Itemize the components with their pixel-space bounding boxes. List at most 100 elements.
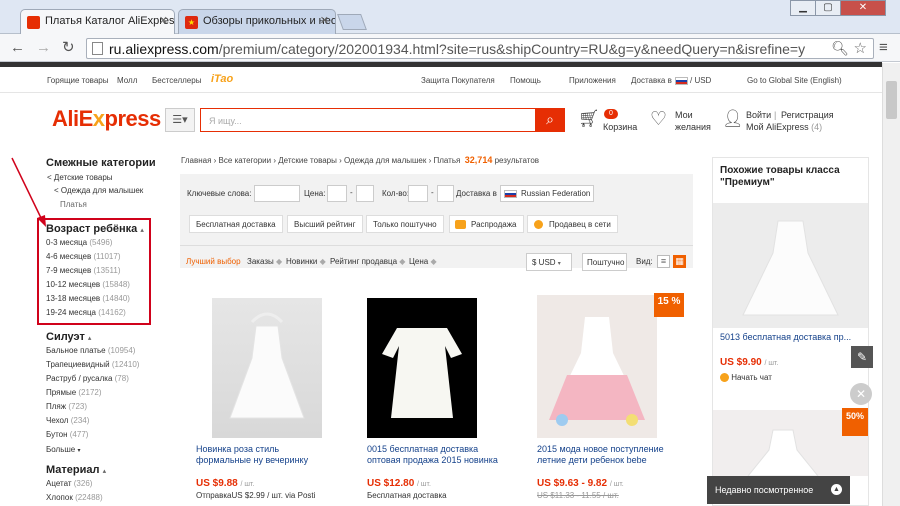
sort-price[interactable]: Цена ◆: [409, 257, 437, 266]
chevron-up-icon[interactable]: ▲: [831, 484, 842, 495]
close-window-button[interactable]: ✕: [840, 0, 886, 16]
divider: [180, 245, 693, 246]
apps-link[interactable]: Приложения: [569, 76, 616, 85]
heart-icon[interactable]: ♡: [650, 108, 667, 131]
related-cat-kids[interactable]: < Детские товары: [47, 173, 113, 182]
age-filter-5[interactable]: 19-24 месяца (14162): [46, 308, 126, 317]
product-image[interactable]: [537, 295, 657, 438]
qty-min-input[interactable]: [408, 185, 428, 202]
scrollbar-thumb[interactable]: [886, 81, 897, 119]
top-rated-toggle[interactable]: Высший рейтинг: [287, 215, 363, 233]
silhouette-filter-4[interactable]: Пляж (723): [46, 402, 87, 411]
register-link[interactable]: Регистрация: [781, 110, 834, 120]
recently-viewed-bar[interactable]: Недавно посмотренное ▲: [707, 476, 850, 504]
tab-obzory[interactable]: ★ Обзоры прикольных и необ ✕: [178, 9, 336, 34]
silhouette-filter-2[interactable]: Раструб / русалка (78): [46, 374, 129, 383]
sort-seller-rating[interactable]: Рейтинг продавца ◆: [330, 257, 405, 266]
age-filter-4[interactable]: 13-18 месяцев (14840): [46, 294, 130, 303]
mall-link[interactable]: Молл: [117, 76, 137, 85]
material-filter-title[interactable]: Материал ▴: [46, 464, 106, 476]
age-filter-0[interactable]: 0-3 месяца (5496): [46, 238, 112, 247]
cart-icon[interactable]: 🛒︎: [578, 109, 600, 129]
age-filter-1[interactable]: 4-6 месяцев (11017): [46, 252, 120, 261]
address-bar[interactable]: ru.aliexpress.com/premium/category/20200…: [86, 38, 874, 59]
free-shipping-toggle[interactable]: Бесплатная доставка: [189, 215, 283, 233]
age-filter-title[interactable]: Возраст ребёнка ▴: [46, 223, 144, 235]
reload-icon[interactable]: ↻: [62, 39, 75, 57]
forward-icon[interactable]: →: [36, 39, 51, 57]
back-icon[interactable]: ←: [10, 39, 25, 57]
menu-icon[interactable]: ≡: [879, 39, 888, 57]
product-title[interactable]: 0015 бесплатная доставка оптовая продажа…: [367, 444, 507, 466]
page-scrollbar[interactable]: [882, 63, 900, 506]
product-image[interactable]: [212, 298, 322, 438]
silhouette-filter-5[interactable]: Чехол (234): [46, 416, 89, 425]
ship-to-label: Доставка в: [456, 189, 497, 198]
buyer-protection-link[interactable]: Защита Покупателя: [421, 76, 495, 85]
similar-product-image[interactable]: [713, 203, 868, 328]
currency-link[interactable]: / USD: [690, 76, 711, 85]
ship-to-link[interactable]: Доставка в: [631, 76, 672, 85]
category-menu-button[interactable]: ☰▾: [165, 108, 195, 132]
related-cat-dresses[interactable]: Платья: [60, 200, 87, 209]
single-unit-toggle[interactable]: Только поштучно: [366, 215, 444, 233]
product-title[interactable]: Новинка роза стиль формальные ну вечерин…: [196, 444, 336, 466]
product-title[interactable]: 2015 мода новое поступление летние дети …: [537, 444, 677, 466]
related-cat-baby-girls[interactable]: < Одежда для малышек: [54, 186, 143, 195]
unit-select[interactable]: Поштучно: [582, 253, 627, 271]
my-aliexpress-link[interactable]: Мой AliExpress (4): [746, 122, 822, 132]
start-chat-link[interactable]: Начать чат: [720, 373, 772, 383]
user-icon[interactable]: 👤︎: [722, 109, 744, 129]
bookmark-star-icon[interactable]: ☆: [853, 39, 867, 57]
price-max-input[interactable]: [356, 185, 374, 202]
age-filter-3[interactable]: 10-12 месяцев (15848): [46, 280, 130, 289]
product-image[interactable]: [367, 298, 477, 438]
search-button[interactable]: ⌕: [535, 108, 565, 132]
qty-max-input[interactable]: [437, 185, 454, 202]
close-icon[interactable]: ✕: [159, 14, 168, 27]
silhouette-filter-1[interactable]: Трапециевидный (12410): [46, 360, 139, 369]
close-icon[interactable]: ✕: [850, 383, 872, 405]
login-link[interactable]: Войти: [746, 110, 771, 120]
cart-label[interactable]: Корзина: [603, 122, 637, 132]
seller-online-toggle[interactable]: Продавец в сети: [527, 215, 618, 233]
aliexpress-logo[interactable]: AliExpress: [52, 106, 161, 132]
tab-aliexpress[interactable]: Платья Каталог AliExpress, ✕: [20, 9, 175, 35]
new-tab-button[interactable]: [337, 14, 367, 30]
sort-orders[interactable]: Заказы ◆: [247, 257, 282, 266]
similar-product-title[interactable]: 5013 бесплатная доставка пр...: [720, 332, 860, 343]
qty-dash: -: [431, 188, 434, 197]
help-link[interactable]: Помощь: [510, 76, 541, 85]
wishlist-line1[interactable]: Мои: [675, 110, 693, 120]
sort-newest[interactable]: Новинки ◆: [286, 257, 326, 266]
close-icon[interactable]: ✕: [320, 14, 329, 27]
silhouette-filter-title[interactable]: Силуэт ▴: [46, 331, 91, 343]
hot-deals-link[interactable]: Горящие товары: [47, 76, 109, 85]
minimize-button[interactable]: ▁: [790, 0, 816, 16]
grid-view-icon[interactable]: ▦: [673, 255, 686, 268]
search-input[interactable]: Я ищу...: [200, 108, 536, 132]
chat-icon: [720, 373, 729, 383]
maximize-button[interactable]: ▢: [815, 0, 841, 16]
list-view-icon[interactable]: ≡: [657, 255, 670, 268]
silhouette-filter-0[interactable]: Бальное платье (10954): [46, 346, 135, 355]
silhouette-filter-6[interactable]: Бутон (477): [46, 430, 88, 439]
edit-icon[interactable]: ✎: [851, 346, 873, 368]
discount-badge: 50%: [842, 408, 868, 436]
more-link[interactable]: Больше ▾: [46, 445, 80, 454]
itao-logo[interactable]: iTao: [211, 73, 233, 85]
currency-select[interactable]: $ USD ▾: [526, 253, 572, 271]
zoom-icon[interactable]: 🔍︎: [831, 40, 849, 57]
wishlist-line2[interactable]: желания: [675, 122, 711, 132]
keywords-input[interactable]: [254, 185, 300, 202]
price-min-input[interactable]: [327, 185, 347, 202]
bestsellers-link[interactable]: Бестселлеры: [152, 76, 201, 85]
country-select[interactable]: Russian Federation: [500, 185, 594, 202]
age-filter-2[interactable]: 7-9 месяцев (13511): [46, 266, 120, 275]
sale-toggle[interactable]: Распродажа: [449, 215, 524, 233]
material-filter-1[interactable]: Хлопок (22488): [46, 493, 103, 502]
global-site-link[interactable]: Go to Global Site (English): [747, 76, 842, 85]
sort-best-match[interactable]: Лучший выбор: [186, 257, 241, 266]
material-filter-0[interactable]: Ацетат (326): [46, 479, 92, 488]
silhouette-filter-3[interactable]: Прямые (2172): [46, 388, 102, 397]
